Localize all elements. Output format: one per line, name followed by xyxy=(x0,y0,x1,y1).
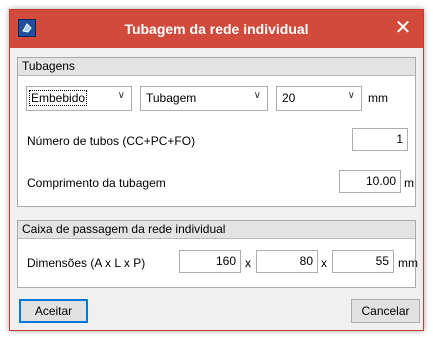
dimensions-label: Dimensões (A x L x P) xyxy=(27,256,146,270)
dimension-l-field[interactable]: 80 xyxy=(256,250,318,273)
num-tubes-label: Número de tubos (CC+PC+FO) xyxy=(27,134,196,148)
window-title: Tubagem da rede individual xyxy=(124,21,309,37)
conduit-type-value: Tubagem xyxy=(146,91,197,105)
caixa-header: Caixa de passagem da rede individual xyxy=(18,221,415,239)
chevron-down-icon: ∨ xyxy=(347,90,355,101)
dimension-a-field[interactable]: 160 xyxy=(179,250,241,273)
diameter-unit: mm xyxy=(368,91,388,105)
dialog-window: Tubagem da rede individual ✕ Tubagens Em… xyxy=(9,9,424,331)
caixa-group: Caixa de passagem da rede individual Dim… xyxy=(17,220,418,288)
tubagens-header: Tubagens xyxy=(18,58,415,76)
close-icon[interactable]: ✕ xyxy=(387,14,419,42)
chevron-down-icon: ∨ xyxy=(117,90,125,101)
conduit-length-unit: m xyxy=(404,176,414,190)
tubagens-group: Tubagens Embebido ∨ Tubagem ∨ 20 ∨ mm Nú… xyxy=(17,57,416,207)
dimension-separator: x xyxy=(321,256,327,270)
app-icon xyxy=(18,19,36,37)
installation-type-value: Embebido xyxy=(28,90,88,106)
diameter-select[interactable]: 20 ∨ xyxy=(276,86,362,111)
num-tubes-field[interactable]: 1 xyxy=(352,128,408,151)
dimension-separator: x xyxy=(245,256,251,270)
caixa-body: Dimensões (A x L x P) 160 x 80 x 55 mm xyxy=(18,239,418,287)
dimension-p-field[interactable]: 55 xyxy=(332,250,394,273)
diameter-value: 20 xyxy=(282,91,296,105)
conduit-length-field[interactable]: 10.00 xyxy=(339,170,401,193)
chevron-down-icon: ∨ xyxy=(253,90,261,101)
accept-button[interactable]: Aceitar xyxy=(19,299,88,323)
tubagens-body: Embebido ∨ Tubagem ∨ 20 ∨ mm Número de t… xyxy=(18,76,415,206)
conduit-length-label: Comprimento da tubagem xyxy=(27,176,166,190)
title-bar[interactable]: Tubagem da rede individual ✕ xyxy=(10,10,423,48)
installation-type-select[interactable]: Embebido ∨ xyxy=(26,86,132,111)
dimensions-unit: mm xyxy=(398,256,418,270)
conduit-type-select[interactable]: Tubagem ∨ xyxy=(140,86,268,111)
cancel-button[interactable]: Cancelar xyxy=(351,299,420,323)
